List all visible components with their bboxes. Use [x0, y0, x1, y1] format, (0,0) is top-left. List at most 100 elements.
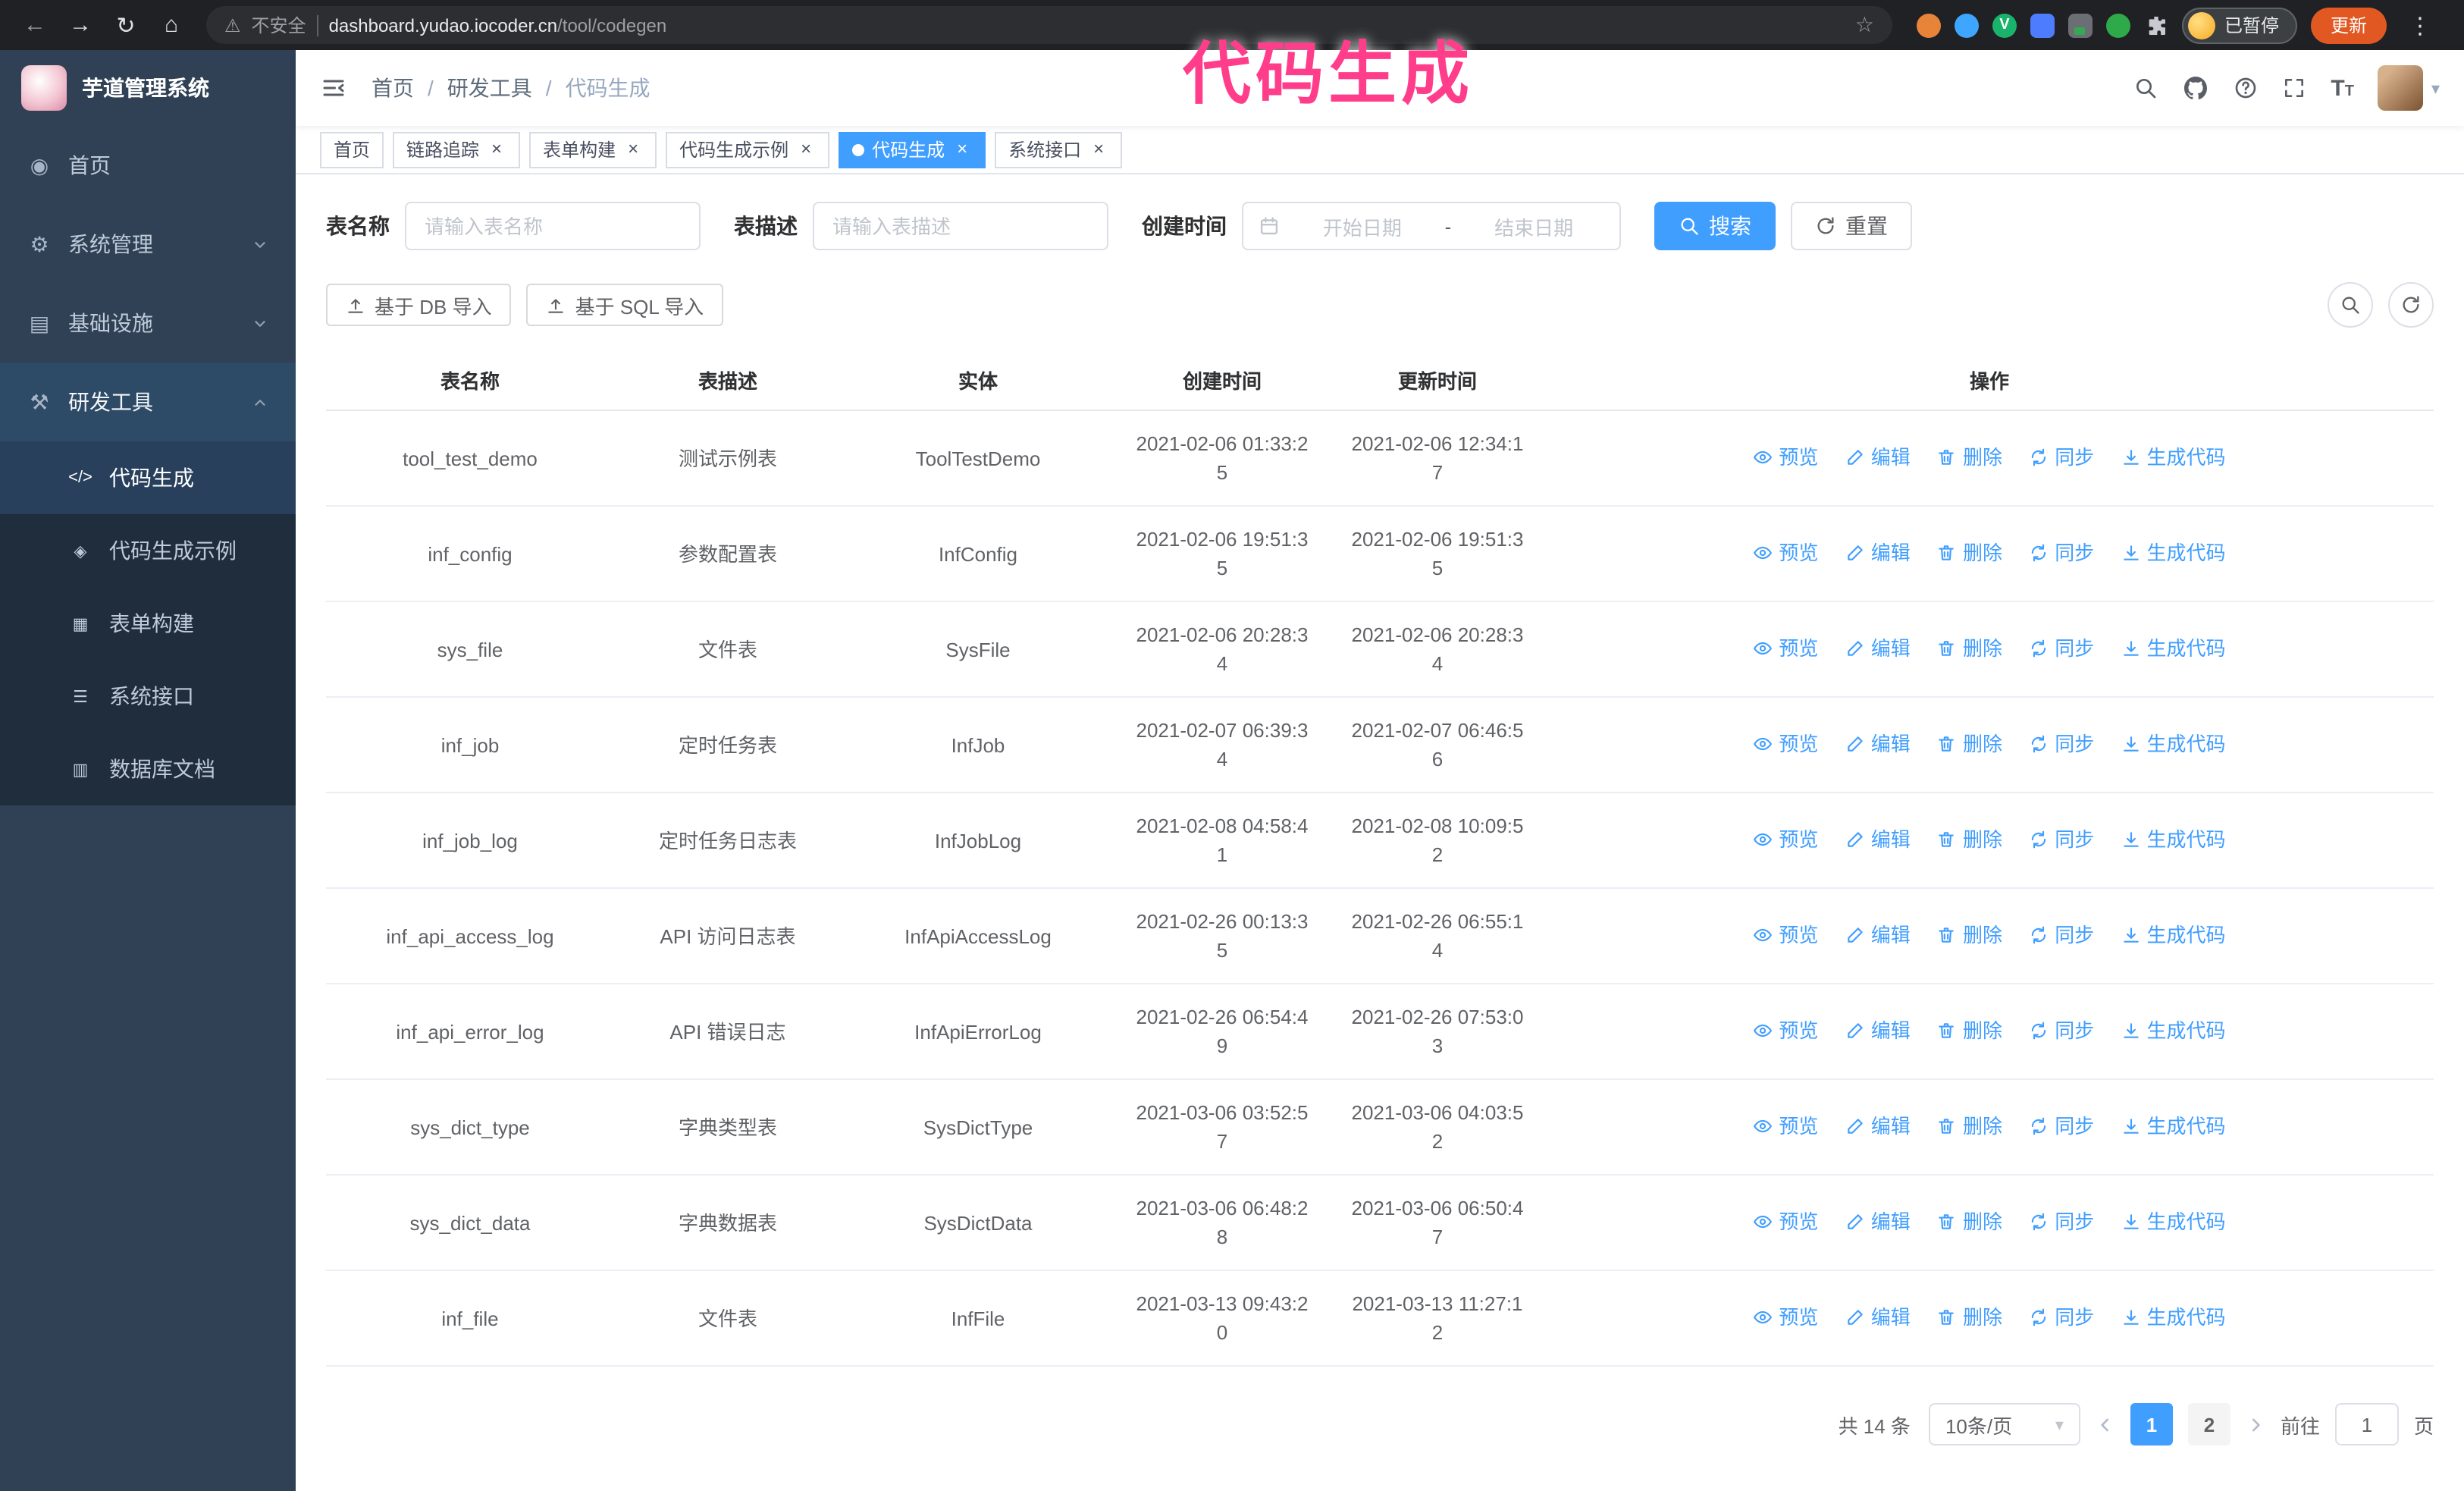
generate-code-action[interactable]: 生成代码: [2121, 1302, 2226, 1331]
edit-action[interactable]: 编辑: [1845, 633, 1911, 662]
sync-action[interactable]: 同步: [2029, 824, 2094, 853]
prev-page-button[interactable]: [2096, 1414, 2115, 1434]
github-icon[interactable]: [2182, 74, 2209, 102]
tab-form-builder[interactable]: 表单构建 ×: [529, 131, 657, 168]
delete-action[interactable]: 删除: [1937, 729, 2002, 758]
sync-action[interactable]: 同步: [2029, 1015, 2094, 1044]
page-url[interactable]: dashboard.yudao.iocoder.cn/tool/codegen: [329, 14, 667, 36]
preview-action[interactable]: 预览: [1753, 633, 1818, 662]
preview-action[interactable]: 预览: [1753, 1015, 1818, 1044]
generate-code-action[interactable]: 生成代码: [2121, 442, 2226, 471]
sync-action[interactable]: 同步: [2029, 729, 2094, 758]
extensions-puzzle-icon[interactable]: [2144, 13, 2168, 37]
reset-button[interactable]: 重置: [1791, 202, 1912, 250]
breadcrumb-home[interactable]: 首页: [371, 73, 414, 103]
profile-paused-badge[interactable]: 已暂停: [2181, 7, 2297, 43]
import-sql-button[interactable]: 基于 SQL 导入: [526, 284, 724, 326]
goto-page-input[interactable]: [2334, 1403, 2399, 1445]
start-date-placeholder[interactable]: 开始日期: [1292, 212, 1433, 240]
extension-icon-droplet[interactable]: [1954, 13, 1979, 37]
edit-action[interactable]: 编辑: [1845, 1302, 1911, 1331]
fullscreen-icon[interactable]: [2282, 76, 2306, 100]
help-icon[interactable]: [2234, 76, 2258, 100]
user-menu[interactable]: ▾: [2378, 65, 2440, 111]
collapse-menu-icon[interactable]: [320, 74, 347, 102]
search-icon[interactable]: [2133, 76, 2158, 100]
tab-system-api[interactable]: 系统接口 ×: [995, 131, 1123, 168]
edit-action[interactable]: 编辑: [1845, 538, 1911, 567]
sidebar-item-system-api[interactable]: ☰ 系统接口: [0, 660, 296, 733]
edit-action[interactable]: 编辑: [1845, 1207, 1911, 1235]
delete-action[interactable]: 删除: [1937, 1111, 2002, 1140]
bookmark-star-icon[interactable]: ☆: [1855, 12, 1874, 38]
sidebar-item-home[interactable]: ◉ 首页: [0, 126, 296, 205]
table-name-input[interactable]: [405, 202, 701, 250]
sidebar-item-codegen-demo[interactable]: ◈ 代码生成示例: [0, 514, 296, 587]
sync-action[interactable]: 同步: [2029, 1302, 2094, 1331]
preview-action[interactable]: 预览: [1753, 920, 1818, 949]
sync-action[interactable]: 同步: [2029, 442, 2094, 471]
extension-icon-orange[interactable]: [1916, 13, 1941, 37]
edit-action[interactable]: 编辑: [1845, 1111, 1911, 1140]
delete-action[interactable]: 删除: [1937, 442, 2002, 471]
sidebar-item-dev-tools[interactable]: ⚒ 研发工具: [0, 363, 296, 441]
edit-action[interactable]: 编辑: [1845, 1015, 1911, 1044]
delete-action[interactable]: 删除: [1937, 538, 2002, 567]
table-desc-input[interactable]: [813, 202, 1108, 250]
delete-action[interactable]: 删除: [1937, 1207, 2002, 1235]
edit-action[interactable]: 编辑: [1845, 442, 1911, 471]
page-button-1[interactable]: 1: [2130, 1403, 2173, 1445]
browser-home-icon[interactable]: ⌂: [152, 5, 191, 45]
toggle-search-button[interactable]: [2328, 282, 2373, 328]
sidebar-item-system-management[interactable]: ⚙ 系统管理: [0, 205, 296, 284]
app-logo[interactable]: 芋道管理系统: [0, 50, 296, 126]
close-icon[interactable]: ×: [623, 140, 643, 159]
browser-reload-icon[interactable]: ↻: [106, 5, 146, 45]
preview-action[interactable]: 预览: [1753, 729, 1818, 758]
next-page-button[interactable]: [2246, 1414, 2265, 1434]
browser-forward-icon[interactable]: →: [61, 5, 100, 45]
preview-action[interactable]: 预览: [1753, 538, 1818, 567]
end-date-placeholder[interactable]: 结束日期: [1463, 212, 1604, 240]
browser-back-icon[interactable]: ←: [15, 5, 55, 45]
sync-action[interactable]: 同步: [2029, 1207, 2094, 1235]
generate-code-action[interactable]: 生成代码: [2121, 824, 2226, 853]
generate-code-action[interactable]: 生成代码: [2121, 920, 2226, 949]
generate-code-action[interactable]: 生成代码: [2121, 1111, 2226, 1140]
sync-action[interactable]: 同步: [2029, 633, 2094, 662]
delete-action[interactable]: 删除: [1937, 1015, 2002, 1044]
breadcrumb-parent[interactable]: 研发工具: [447, 73, 532, 103]
close-icon[interactable]: ×: [796, 140, 816, 159]
edit-action[interactable]: 编辑: [1845, 729, 1911, 758]
sidebar-item-form-builder[interactable]: ▦ 表单构建: [0, 587, 296, 660]
delete-action[interactable]: 删除: [1937, 1302, 2002, 1331]
refresh-table-button[interactable]: [2388, 282, 2434, 328]
sync-action[interactable]: 同步: [2029, 920, 2094, 949]
close-icon[interactable]: ×: [1089, 140, 1108, 159]
sidebar-item-infrastructure[interactable]: ▤ 基础设施: [0, 284, 296, 363]
preview-action[interactable]: 预览: [1753, 824, 1818, 853]
delete-action[interactable]: 删除: [1937, 920, 2002, 949]
sync-action[interactable]: 同步: [2029, 538, 2094, 567]
edit-action[interactable]: 编辑: [1845, 824, 1911, 853]
preview-action[interactable]: 预览: [1753, 442, 1818, 471]
preview-action[interactable]: 预览: [1753, 1207, 1818, 1235]
browser-update-button[interactable]: 更新: [2310, 7, 2387, 43]
page-button-2[interactable]: 2: [2187, 1403, 2230, 1445]
generate-code-action[interactable]: 生成代码: [2121, 1015, 2226, 1044]
tab-tracing[interactable]: 链路追踪 ×: [393, 131, 521, 168]
delete-action[interactable]: 删除: [1937, 633, 2002, 662]
extension-icon-misc[interactable]: [2067, 13, 2093, 37]
import-db-button[interactable]: 基于 DB 导入: [326, 284, 512, 326]
tab-codegen-demo[interactable]: 代码生成示例 ×: [666, 131, 830, 168]
search-button[interactable]: 搜索: [1654, 202, 1776, 250]
preview-action[interactable]: 预览: [1753, 1302, 1818, 1331]
browser-menu-icon[interactable]: ⋮: [2400, 5, 2440, 45]
preview-action[interactable]: 预览: [1753, 1111, 1818, 1140]
generate-code-action[interactable]: 生成代码: [2121, 1207, 2226, 1235]
delete-action[interactable]: 删除: [1937, 824, 2002, 853]
edit-action[interactable]: 编辑: [1845, 920, 1911, 949]
tab-home[interactable]: 首页: [320, 131, 384, 168]
create-time-range-picker[interactable]: 开始日期 - 结束日期: [1242, 202, 1621, 250]
extension-icon-leaf[interactable]: [2105, 13, 2130, 37]
